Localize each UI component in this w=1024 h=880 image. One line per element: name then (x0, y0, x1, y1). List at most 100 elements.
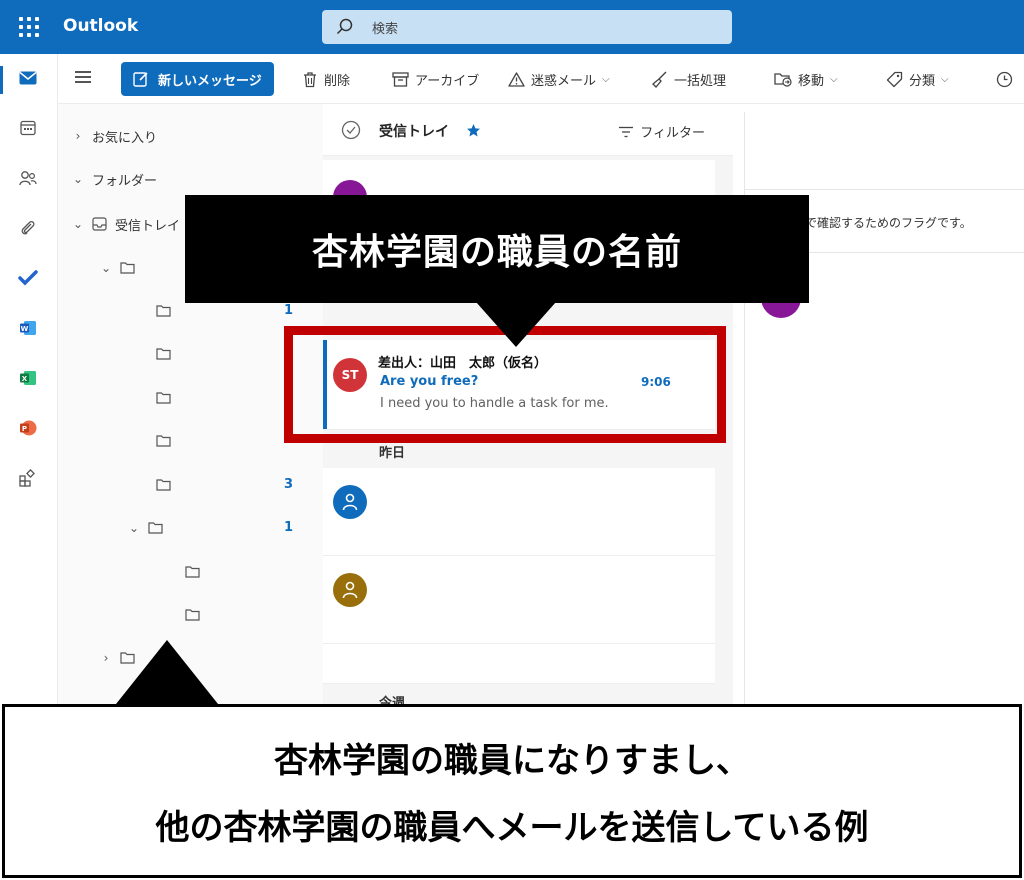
search-icon (336, 18, 353, 35)
clock-icon (996, 71, 1013, 87)
subfolder-item[interactable] (156, 475, 171, 495)
rail-active-indicator (0, 66, 3, 94)
categorize-button[interactable]: 分類 ⌵ (886, 68, 949, 90)
list-item[interactable] (323, 556, 715, 644)
inbox-label: 受信トレイ (115, 218, 181, 234)
subfolder-node[interactable]: ⌄ (100, 258, 135, 278)
person-avatar-icon (333, 485, 367, 519)
caption-line-1: 杏林学園の職員になりすまし、 (274, 741, 750, 781)
categorize-label: 分類 (909, 73, 936, 89)
delete-label: 削除 (324, 73, 351, 89)
people-icon[interactable] (14, 164, 42, 192)
command-toolbar: 新しいメッセージ 削除 アーカイブ 迷惑メール ⌵ 一括処理 移動 ⌵ 分類 ⌵ (58, 54, 1024, 104)
svg-text:W: W (21, 325, 29, 333)
unread-count: 1 (284, 520, 294, 535)
powerpoint-icon[interactable]: P (14, 414, 42, 442)
filter-label: フィルター (640, 126, 705, 141)
select-all-icon[interactable] (341, 120, 361, 140)
warning-icon (508, 71, 525, 87)
subfolder-item[interactable] (156, 301, 171, 321)
excel-icon[interactable]: X (14, 364, 42, 392)
chevron-down-icon: ⌵ (941, 73, 949, 85)
subfolder-node[interactable]: ⌄ (128, 518, 163, 538)
junk-label: 迷惑メール (531, 73, 597, 89)
top-bar: Outlook 検索 (0, 0, 1024, 54)
folders-node[interactable]: ⌄ フォルダー (72, 169, 157, 189)
compose-icon (133, 72, 148, 87)
move-button[interactable]: 移動 ⌵ (774, 68, 838, 90)
message-list-header: 受信トレイ フィルター (323, 104, 733, 156)
flag-info-text: で確認するためのフラグです。 (805, 216, 972, 230)
caption-line-2: 他の杏林学園の職員へメールを送信している例 (155, 808, 869, 848)
inbox-icon (92, 217, 107, 231)
subfolder-item[interactable] (185, 562, 200, 582)
person-avatar-icon (333, 573, 367, 607)
favorites-label: お気に入り (92, 130, 158, 146)
mail-icon[interactable] (14, 64, 42, 92)
move-folder-icon (774, 73, 792, 87)
app-title: Outlook (63, 16, 139, 36)
list-item[interactable] (323, 644, 715, 684)
archive-button[interactable]: アーカイブ (392, 68, 479, 90)
move-label: 移動 (798, 73, 825, 89)
favorites-node[interactable]: › お気に入り (72, 126, 157, 146)
favorite-star-icon[interactable] (466, 123, 481, 138)
menu-icon[interactable] (75, 71, 91, 83)
caption-pointer (116, 640, 218, 704)
junk-button[interactable]: 迷惑メール ⌵ (508, 68, 610, 90)
chevron-down-icon: ⌄ (128, 521, 140, 535)
chevron-down-icon: ⌄ (72, 217, 84, 231)
subfolder-item[interactable] (156, 344, 171, 364)
inbox-node[interactable]: ⌄ 受信トレイ (72, 214, 180, 234)
tag-icon (886, 71, 903, 87)
search-placeholder[interactable]: 検索 (372, 18, 398, 37)
folder-icon (156, 479, 171, 491)
chevron-down-icon: ⌵ (602, 73, 610, 85)
apps-icon[interactable] (14, 464, 42, 492)
archive-icon (392, 71, 409, 87)
sweep-label: 一括処理 (674, 73, 727, 89)
folder-icon (148, 522, 163, 534)
callout-label: 杏林学園の職員の名前 (185, 195, 809, 303)
reading-pane-header (745, 112, 1024, 190)
group-header-yesterday: 昨日 (379, 446, 406, 461)
calendar-icon[interactable] (14, 114, 42, 142)
folder-icon (156, 305, 171, 317)
folder-icon (156, 392, 171, 404)
sweep-button[interactable]: 一括処理 (650, 68, 726, 90)
new-message-label: 新しいメッセージ (158, 73, 262, 89)
filter-icon (619, 126, 634, 137)
chevron-right-icon: › (75, 129, 81, 143)
app-launcher-icon[interactable] (19, 17, 39, 37)
new-message-button[interactable]: 新しいメッセージ (121, 62, 274, 96)
subfolder-item[interactable] (185, 605, 200, 625)
word-icon[interactable]: W (14, 314, 42, 342)
unread-count: 1 (284, 303, 294, 318)
search-box[interactable]: 検索 (322, 10, 732, 44)
folder-icon (185, 609, 200, 621)
broom-icon (652, 71, 667, 88)
svg-text:P: P (22, 425, 27, 433)
unread-count: 3 (284, 477, 294, 492)
chevron-down-icon: ⌄ (100, 261, 112, 275)
trash-icon (304, 71, 316, 87)
todo-icon[interactable] (14, 264, 42, 292)
archive-label: アーカイブ (415, 73, 480, 89)
folder-icon (185, 566, 200, 578)
snooze-button[interactable] (996, 68, 1013, 90)
filter-button[interactable]: フィルター (618, 122, 705, 141)
list-title: 受信トレイ (379, 124, 449, 140)
attachment-icon[interactable] (14, 214, 42, 242)
folder-icon (120, 262, 135, 274)
subfolder-item[interactable] (156, 431, 171, 451)
app-rail: W X P (0, 54, 58, 704)
chevron-down-icon: ⌄ (72, 172, 84, 186)
folder-icon (156, 435, 171, 447)
caption-box: 杏林学園の職員になりすまし、 他の杏林学園の職員へメールを送信している例 (2, 704, 1022, 878)
list-item[interactable] (323, 468, 715, 556)
chevron-right-icon: › (103, 651, 109, 665)
folders-label: フォルダー (92, 173, 158, 189)
subfolder-item[interactable] (156, 388, 171, 408)
delete-button[interactable]: 削除 (302, 68, 350, 90)
svg-text:X: X (22, 375, 28, 383)
